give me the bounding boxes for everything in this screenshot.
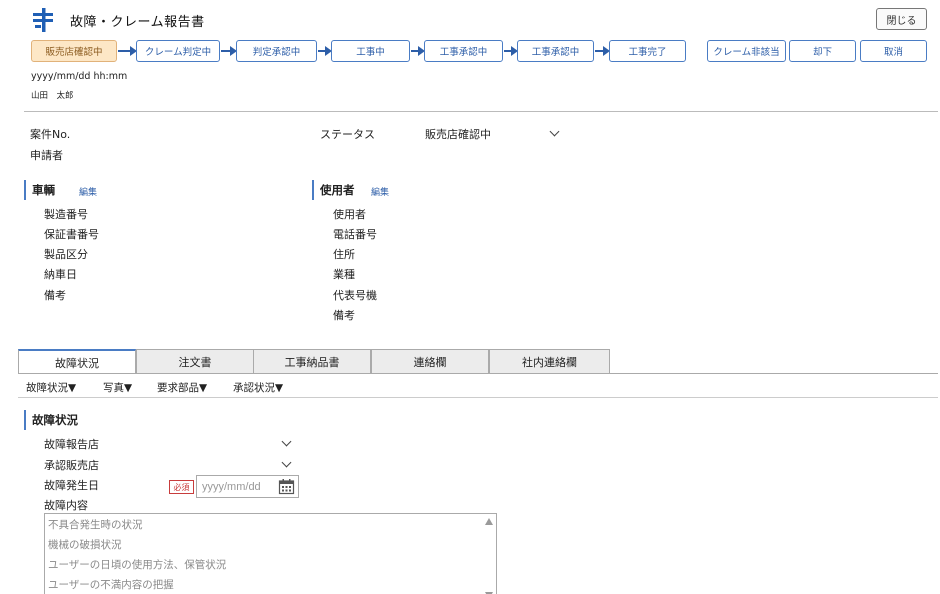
tab-contact[interactable]: 連絡欄 — [371, 349, 489, 373]
subnav-fault-status[interactable]: 故障状況▼ — [26, 380, 76, 395]
required-badge: 必須 — [169, 480, 194, 494]
report-store-label: 故障報告店 — [44, 438, 99, 451]
fault-content-label: 故障内容 — [44, 499, 88, 512]
tab-underline — [18, 373, 938, 374]
not-claim-button[interactable]: クレーム非該当 — [707, 40, 786, 62]
subnav-photo[interactable]: 写真▼ — [103, 380, 132, 395]
applicant-label: 申請者 — [30, 149, 63, 162]
vehicle-section-title: 車輌 — [24, 180, 55, 200]
chevron-down-icon[interactable] — [549, 126, 560, 137]
user-field: 使用者 — [333, 208, 366, 221]
workflow-arrow — [221, 46, 237, 56]
user-field: 備考 — [333, 309, 355, 322]
vehicle-field: 納車日 — [44, 268, 77, 281]
user-section-title: 使用者 — [312, 180, 355, 200]
user-field: 住所 — [333, 248, 355, 261]
textarea-line: ユーザーの不満内容の把握 — [48, 579, 174, 591]
workflow-arrow — [595, 46, 610, 56]
fault-date-label: 故障発生日 — [44, 479, 99, 492]
tab-internal-contact[interactable]: 社内連絡欄 — [489, 349, 610, 373]
workflow-step-judge-approval[interactable]: 判定承認中 — [236, 40, 317, 62]
user-edit-link[interactable]: 編集 — [371, 185, 389, 198]
workflow-arrow — [118, 46, 137, 56]
fault-section-title: 故障状況 — [24, 410, 78, 430]
tab-fault-status[interactable]: 故障状況 — [18, 349, 136, 374]
chevron-down-icon[interactable] — [281, 457, 292, 468]
scroll-up-arrow-icon[interactable] — [485, 518, 493, 525]
reject-button[interactable]: 却下 — [789, 40, 856, 62]
approval-store-label: 承認販売店 — [44, 459, 99, 472]
subnav-required-parts[interactable]: 要求部品▼ — [157, 380, 207, 395]
workflow-step-dealer-confirm[interactable]: 販売店確認中 — [31, 40, 117, 62]
status-select[interactable]: 販売店確認中 — [425, 126, 491, 142]
fault-content-textarea[interactable]: 不具合発生時の状況 機械の破損状況 ユーザーの日頃の使用方法、保管状況 ユーザー… — [44, 513, 497, 594]
cancel-button[interactable]: 取消 — [860, 40, 927, 62]
chevron-down-icon[interactable] — [281, 436, 292, 447]
textarea-line: 機械の破損状況 — [48, 539, 122, 551]
textarea-line: ユーザーの日頃の使用方法、保管状況 — [48, 559, 227, 571]
subnav-approval-status[interactable]: 承認状況▼ — [233, 380, 283, 395]
workflow-arrow — [411, 46, 425, 56]
header-divider — [24, 111, 938, 112]
status-label: ステータス — [320, 128, 375, 141]
user-field: 電話番号 — [333, 228, 377, 241]
workflow-step-construction-approval[interactable]: 工事承認中 — [424, 40, 503, 62]
user-field: 代表号機 — [333, 289, 377, 302]
workflow-arrow — [318, 46, 332, 56]
vehicle-field: 製造番号 — [44, 208, 88, 221]
workflow-arrow — [504, 46, 518, 56]
close-button[interactable]: 閉じる — [876, 8, 927, 30]
tab-construction-delivery[interactable]: 工事納品書 — [253, 349, 371, 373]
tab-order[interactable]: 注文書 — [136, 349, 254, 373]
user-name: 山田 太郎 — [31, 91, 74, 101]
workflow-step-claim-judging[interactable]: クレーム判定中 — [136, 40, 220, 62]
subnav-divider — [18, 397, 938, 398]
company-logo-icon — [33, 8, 53, 32]
user-field: 業種 — [333, 268, 355, 281]
vehicle-field: 保証書番号 — [44, 228, 99, 241]
vehicle-field: 製品区分 — [44, 248, 88, 261]
workflow-step-construction-complete[interactable]: 工事完了 — [609, 40, 686, 62]
workflow-step-construction-approval-2[interactable]: 工事承認中 — [517, 40, 594, 62]
workflow-step-construction[interactable]: 工事中 — [331, 40, 410, 62]
calendar-icon[interactable] — [278, 478, 295, 495]
case-no-label: 案件No. — [30, 128, 71, 141]
vehicle-field: 備考 — [44, 289, 66, 302]
textarea-line: 不具合発生時の状況 — [48, 519, 143, 531]
page-title: 故障・クレーム報告書 — [70, 15, 205, 30]
vehicle-edit-link[interactable]: 編集 — [79, 185, 97, 198]
updated-datetime: yyyy/mm/dd hh:mm — [31, 71, 128, 82]
